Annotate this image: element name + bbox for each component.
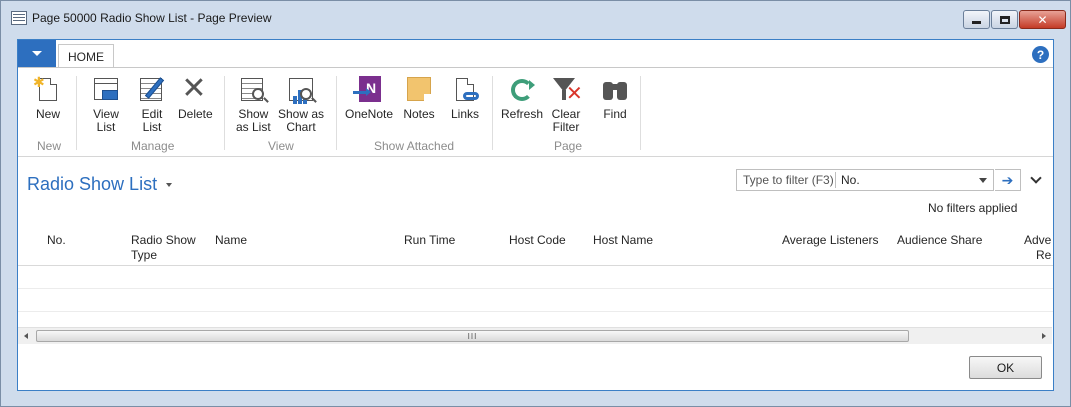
edit-list-button[interactable]: Edit List [136, 74, 168, 134]
filter-field-select[interactable]: No. [841, 173, 860, 187]
tab-home[interactable]: HOME [58, 44, 114, 68]
application-menu-button[interactable] [18, 40, 56, 67]
ribbon: ✱ New New View List Edit List ✕ Delete M… [18, 67, 1053, 157]
maximize-button[interactable] [991, 10, 1018, 29]
filter-input[interactable] [737, 170, 835, 190]
column-header-no[interactable]: No. [47, 233, 66, 248]
column-header-run-time[interactable]: Run Time [404, 233, 455, 248]
show-as-chart-button[interactable]: Show as Chart [278, 74, 324, 134]
page-title[interactable]: Radio Show List [27, 174, 173, 195]
column-header-host-code[interactable]: Host Code [509, 233, 566, 248]
caret-down-icon [166, 182, 173, 187]
notes-icon [403, 74, 435, 106]
minimize-button[interactable] [963, 10, 990, 29]
ribbon-group-label: Page [554, 139, 583, 153]
column-header-host-name[interactable]: Host Name [593, 233, 653, 248]
filter-pane: No. [736, 169, 994, 191]
links-button[interactable]: Links [449, 74, 481, 121]
minimize-icon [972, 20, 981, 24]
ribbon-group-view: Show as List Show as Chart View [224, 74, 336, 154]
find-button[interactable]: Find [599, 74, 631, 121]
column-header-audience-share[interactable]: Audience Share [897, 233, 982, 248]
show-as-list-icon [237, 74, 269, 106]
onenote-button[interactable]: N OneNote [345, 74, 393, 121]
delete-button[interactable]: ✕ Delete [178, 74, 213, 121]
show-as-list-button[interactable]: Show as List [236, 74, 271, 134]
ribbon-group-label: Show Attached [374, 139, 455, 153]
column-header-average-listeners[interactable]: Average Listeners [782, 233, 879, 248]
close-button[interactable]: ✕ [1019, 10, 1066, 29]
onenote-icon: N [353, 74, 385, 106]
ribbon-group-show-attached: N OneNote Notes Links Show Attached [336, 74, 492, 154]
ribbon-tab-row: HOME ? [18, 40, 1053, 68]
table-row[interactable] [18, 266, 1053, 289]
column-header-radio-show-type[interactable]: Radio Show Type [131, 233, 196, 263]
scroll-left-icon[interactable] [24, 333, 28, 339]
maximize-icon [999, 15, 1010, 24]
horizontal-scrollbar[interactable]: III [18, 327, 1052, 344]
title-bar[interactable]: Page 50000 Radio Show List - Page Previe… [1, 1, 1070, 37]
notes-button[interactable]: Notes [403, 74, 435, 121]
scrollbar-thumb[interactable]: III [36, 330, 909, 342]
scroll-right-icon[interactable] [1042, 333, 1046, 339]
ribbon-group-new: ✱ New New [18, 74, 76, 154]
apply-filter-button[interactable]: ➔ [995, 169, 1021, 191]
new-button[interactable]: ✱ New [32, 74, 64, 121]
close-icon: ✕ [1037, 12, 1048, 27]
scrollbar-grip: III [467, 331, 478, 341]
view-list-icon [90, 74, 122, 106]
arrow-right-icon: ➔ [1001, 171, 1014, 188]
ribbon-group-label: Manage [131, 139, 175, 153]
window-title: Page 50000 Radio Show List - Page Previe… [32, 11, 272, 25]
page-preview-window: Page 50000 Radio Show List - Page Previe… [0, 0, 1071, 407]
page-title-text: Radio Show List [27, 174, 158, 194]
refresh-button[interactable]: Refresh [501, 74, 543, 121]
view-list-button[interactable]: View List [90, 74, 122, 134]
edit-list-icon [136, 74, 168, 106]
ribbon-group-manage: View List Edit List ✕ Delete Manage [76, 74, 224, 154]
chevron-down-icon[interactable] [979, 178, 987, 183]
ribbon-group-page: Refresh ✕ Clear Filter Find Page [492, 74, 640, 154]
grid-header: No. Radio Show Type Name Run Time Host C… [18, 226, 1053, 266]
binoculars-icon [599, 74, 631, 106]
page-content: HOME ? ✱ New New View List Edit List ✕ D… [17, 39, 1054, 391]
ok-button[interactable]: OK [969, 356, 1042, 379]
collapse-chevron-icon[interactable] [1030, 172, 1042, 184]
column-header-name[interactable]: Name [215, 233, 247, 248]
clear-filter-icon: ✕ [550, 74, 583, 106]
delete-icon: ✕ [181, 72, 207, 105]
ribbon-group-label: View [268, 139, 294, 153]
new-document-icon: ✱ [32, 74, 64, 106]
filter-status: No filters applied [928, 201, 1018, 215]
table-row[interactable] [18, 289, 1053, 312]
refresh-icon [506, 74, 538, 106]
column-header-advertising-revenue[interactable]: Adve Re [1024, 233, 1051, 263]
table-icon [11, 11, 27, 25]
filter-divider [835, 172, 836, 188]
ribbon-group-label: New [37, 139, 62, 153]
links-icon [449, 74, 481, 106]
show-as-chart-icon [285, 74, 317, 106]
help-icon[interactable]: ? [1032, 46, 1049, 63]
clear-filter-button[interactable]: ✕ Clear Filter [550, 74, 583, 134]
ribbon-divider [640, 76, 641, 150]
